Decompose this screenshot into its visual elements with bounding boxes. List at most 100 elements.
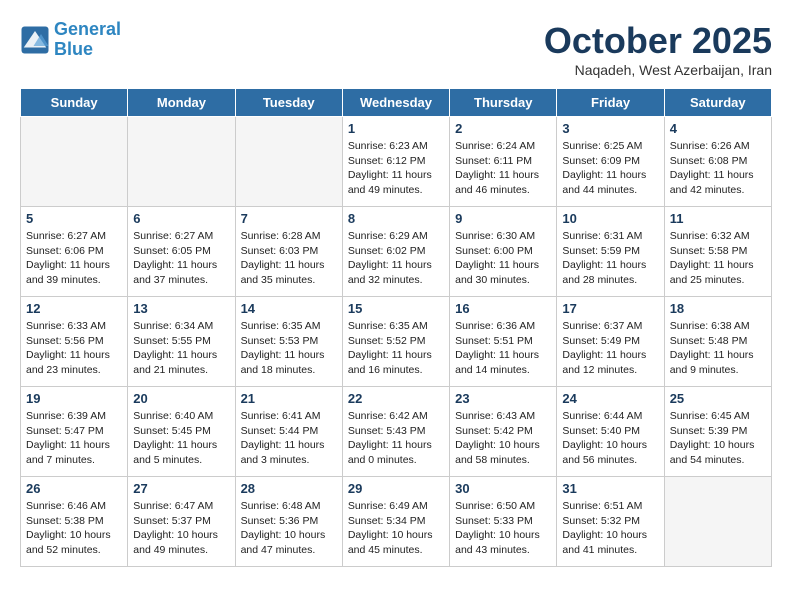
calendar-cell: 19Sunrise: 6:39 AM Sunset: 5:47 PM Dayli… bbox=[21, 387, 128, 477]
calendar-cell: 28 Sunrise: 6:48 AM Sunset: 5:36 PM Dayli… bbox=[235, 477, 342, 567]
day-info: Sunrise: 6:46 AM Sunset: 5:38 PM Dayligh… bbox=[26, 499, 122, 558]
calendar-header-row: SundayMondayTuesdayWednesdayThursdayFrid… bbox=[21, 89, 772, 117]
logo-line1: General bbox=[54, 19, 121, 39]
calendar-cell: 10 Sunrise: 6:31 AM Sunset: 5:59 PM Dayli… bbox=[557, 207, 664, 297]
calendar-cell: 29 Sunrise: 6:49 AM Sunset: 5:34 PM Dayli… bbox=[342, 477, 449, 567]
day-number: 26 bbox=[26, 481, 122, 496]
day-number: 22 bbox=[348, 391, 444, 406]
calendar-cell: 15Sunrise: 6:35 AM Sunset: 5:52 PM Dayli… bbox=[342, 297, 449, 387]
calendar-cell: 7 Sunrise: 6:28 AM Sunset: 6:03 PM Daylig… bbox=[235, 207, 342, 297]
day-number: 14 bbox=[241, 301, 337, 316]
day-info: Sunrise: 6:31 AM Sunset: 5:59 PM Dayligh… bbox=[562, 229, 658, 288]
calendar-cell: 6Sunrise: 6:27 AM Sunset: 6:05 PM Daylig… bbox=[128, 207, 235, 297]
calendar-cell: 9 Sunrise: 6:30 AM Sunset: 6:00 PM Daylig… bbox=[450, 207, 557, 297]
title-block: October 2025 Naqadeh, West Azerbaijan, I… bbox=[544, 20, 772, 78]
day-info: Sunrise: 6:27 AM Sunset: 6:05 PM Dayligh… bbox=[133, 229, 229, 288]
day-number: 12 bbox=[26, 301, 122, 316]
calendar-cell: 21 Sunrise: 6:41 AM Sunset: 5:44 PM Dayli… bbox=[235, 387, 342, 477]
day-info: Sunrise: 6:33 AM Sunset: 5:56 PM Dayligh… bbox=[26, 319, 122, 378]
header-saturday: Saturday bbox=[664, 89, 771, 117]
header-tuesday: Tuesday bbox=[235, 89, 342, 117]
day-number: 18 bbox=[670, 301, 766, 316]
week-row-4: 19Sunrise: 6:39 AM Sunset: 5:47 PM Dayli… bbox=[21, 387, 772, 477]
day-number: 2 bbox=[455, 121, 551, 136]
day-info: Sunrise: 6:23 AM Sunset: 6:12 PM Dayligh… bbox=[348, 139, 444, 198]
month-title: October 2025 bbox=[544, 20, 772, 62]
calendar-cell: 22 Sunrise: 6:42 AM Sunset: 5:43 PM Dayli… bbox=[342, 387, 449, 477]
day-info: Sunrise: 6:41 AM Sunset: 5:44 PM Dayligh… bbox=[241, 409, 337, 468]
calendar-cell bbox=[21, 117, 128, 207]
header-sunday: Sunday bbox=[21, 89, 128, 117]
header-wednesday: Wednesday bbox=[342, 89, 449, 117]
location-subtitle: Naqadeh, West Azerbaijan, Iran bbox=[544, 62, 772, 78]
day-info: Sunrise: 6:36 AM Sunset: 5:51 PM Dayligh… bbox=[455, 319, 551, 378]
day-info: Sunrise: 6:29 AM Sunset: 6:02 PM Dayligh… bbox=[348, 229, 444, 288]
calendar-cell: 13 Sunrise: 6:34 AM Sunset: 5:55 PM Dayli… bbox=[128, 297, 235, 387]
day-info: Sunrise: 6:25 AM Sunset: 6:09 PM Dayligh… bbox=[562, 139, 658, 198]
calendar-cell: 3 Sunrise: 6:25 AM Sunset: 6:09 PM Daylig… bbox=[557, 117, 664, 207]
day-number: 3 bbox=[562, 121, 658, 136]
calendar-cell: 30Sunrise: 6:50 AM Sunset: 5:33 PM Dayli… bbox=[450, 477, 557, 567]
day-info: Sunrise: 6:40 AM Sunset: 5:45 PM Dayligh… bbox=[133, 409, 229, 468]
day-number: 15 bbox=[348, 301, 444, 316]
day-info: Sunrise: 6:38 AM Sunset: 5:48 PM Dayligh… bbox=[670, 319, 766, 378]
day-number: 9 bbox=[455, 211, 551, 226]
calendar-cell: 24Sunrise: 6:44 AM Sunset: 5:40 PM Dayli… bbox=[557, 387, 664, 477]
day-info: Sunrise: 6:51 AM Sunset: 5:32 PM Dayligh… bbox=[562, 499, 658, 558]
day-info: Sunrise: 6:50 AM Sunset: 5:33 PM Dayligh… bbox=[455, 499, 551, 558]
day-number: 1 bbox=[348, 121, 444, 136]
week-row-2: 5Sunrise: 6:27 AM Sunset: 6:06 PM Daylig… bbox=[21, 207, 772, 297]
day-number: 13 bbox=[133, 301, 229, 316]
calendar-cell bbox=[128, 117, 235, 207]
calendar-cell: 4Sunrise: 6:26 AM Sunset: 6:08 PM Daylig… bbox=[664, 117, 771, 207]
day-info: Sunrise: 6:49 AM Sunset: 5:34 PM Dayligh… bbox=[348, 499, 444, 558]
day-number: 10 bbox=[562, 211, 658, 226]
page-header: General Blue October 2025 Naqadeh, West … bbox=[20, 20, 772, 78]
day-number: 4 bbox=[670, 121, 766, 136]
calendar-table: SundayMondayTuesdayWednesdayThursdayFrid… bbox=[20, 88, 772, 567]
day-number: 17 bbox=[562, 301, 658, 316]
calendar-cell: 26 Sunrise: 6:46 AM Sunset: 5:38 PM Dayli… bbox=[21, 477, 128, 567]
week-row-1: 1 Sunrise: 6:23 AM Sunset: 6:12 PM Daylig… bbox=[21, 117, 772, 207]
calendar-cell: 14Sunrise: 6:35 AM Sunset: 5:53 PM Dayli… bbox=[235, 297, 342, 387]
calendar-cell: 1 Sunrise: 6:23 AM Sunset: 6:12 PM Daylig… bbox=[342, 117, 449, 207]
logo-line2: Blue bbox=[54, 39, 93, 59]
day-info: Sunrise: 6:45 AM Sunset: 5:39 PM Dayligh… bbox=[670, 409, 766, 468]
day-number: 8 bbox=[348, 211, 444, 226]
day-info: Sunrise: 6:28 AM Sunset: 6:03 PM Dayligh… bbox=[241, 229, 337, 288]
calendar-cell: 18 Sunrise: 6:38 AM Sunset: 5:48 PM Dayli… bbox=[664, 297, 771, 387]
day-info: Sunrise: 6:42 AM Sunset: 5:43 PM Dayligh… bbox=[348, 409, 444, 468]
calendar-cell: 31Sunrise: 6:51 AM Sunset: 5:32 PM Dayli… bbox=[557, 477, 664, 567]
logo-icon bbox=[20, 25, 50, 55]
day-number: 21 bbox=[241, 391, 337, 406]
day-number: 11 bbox=[670, 211, 766, 226]
day-number: 16 bbox=[455, 301, 551, 316]
day-number: 20 bbox=[133, 391, 229, 406]
calendar-cell: 2 Sunrise: 6:24 AM Sunset: 6:11 PM Daylig… bbox=[450, 117, 557, 207]
day-number: 23 bbox=[455, 391, 551, 406]
day-number: 5 bbox=[26, 211, 122, 226]
calendar-cell: 23Sunrise: 6:43 AM Sunset: 5:42 PM Dayli… bbox=[450, 387, 557, 477]
day-info: Sunrise: 6:24 AM Sunset: 6:11 PM Dayligh… bbox=[455, 139, 551, 198]
day-info: Sunrise: 6:34 AM Sunset: 5:55 PM Dayligh… bbox=[133, 319, 229, 378]
calendar-cell: 5Sunrise: 6:27 AM Sunset: 6:06 PM Daylig… bbox=[21, 207, 128, 297]
header-monday: Monday bbox=[128, 89, 235, 117]
day-number: 29 bbox=[348, 481, 444, 496]
day-number: 7 bbox=[241, 211, 337, 226]
day-number: 19 bbox=[26, 391, 122, 406]
day-info: Sunrise: 6:48 AM Sunset: 5:36 PM Dayligh… bbox=[241, 499, 337, 558]
calendar-cell bbox=[664, 477, 771, 567]
calendar-cell bbox=[235, 117, 342, 207]
day-number: 28 bbox=[241, 481, 337, 496]
week-row-3: 12 Sunrise: 6:33 AM Sunset: 5:56 PM Dayli… bbox=[21, 297, 772, 387]
day-info: Sunrise: 6:47 AM Sunset: 5:37 PM Dayligh… bbox=[133, 499, 229, 558]
calendar-cell: 16 Sunrise: 6:36 AM Sunset: 5:51 PM Dayli… bbox=[450, 297, 557, 387]
calendar-cell: 17Sunrise: 6:37 AM Sunset: 5:49 PM Dayli… bbox=[557, 297, 664, 387]
week-row-5: 26 Sunrise: 6:46 AM Sunset: 5:38 PM Dayli… bbox=[21, 477, 772, 567]
logo-text: General Blue bbox=[54, 20, 121, 60]
day-info: Sunrise: 6:32 AM Sunset: 5:58 PM Dayligh… bbox=[670, 229, 766, 288]
calendar-cell: 27 Sunrise: 6:47 AM Sunset: 5:37 PM Dayli… bbox=[128, 477, 235, 567]
day-number: 27 bbox=[133, 481, 229, 496]
day-info: Sunrise: 6:44 AM Sunset: 5:40 PM Dayligh… bbox=[562, 409, 658, 468]
day-info: Sunrise: 6:30 AM Sunset: 6:00 PM Dayligh… bbox=[455, 229, 551, 288]
